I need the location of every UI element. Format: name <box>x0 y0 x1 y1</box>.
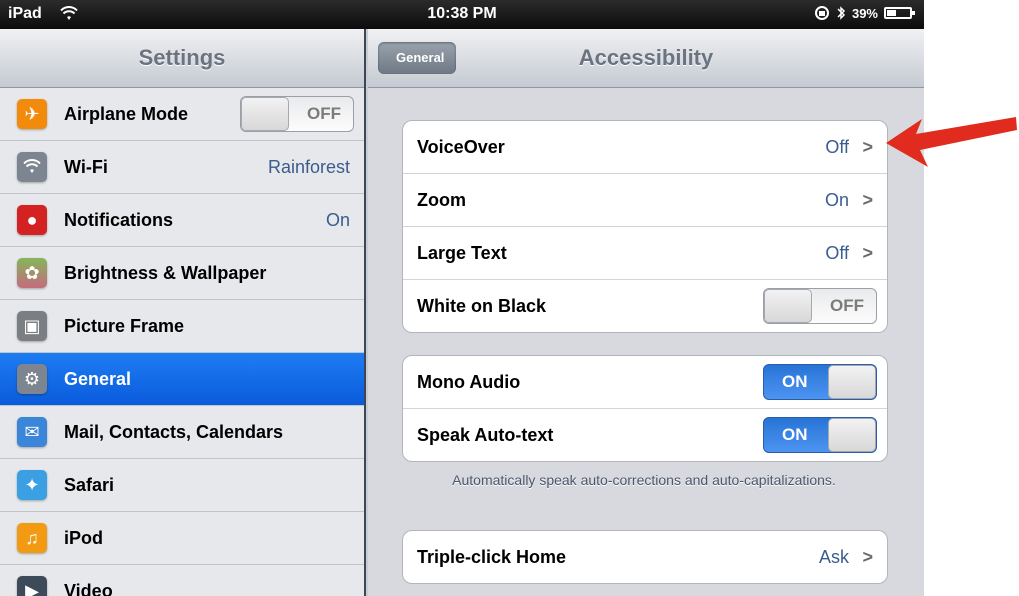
row-white-on-black: White on Black OFF <box>403 280 887 332</box>
chevron-right-icon: > <box>862 189 873 210</box>
sidebar-item-wifi[interactable]: Wi-Fi Rainforest <box>0 141 364 194</box>
sidebar-item-safari[interactable]: ✦ Safari <box>0 459 364 512</box>
sidebar-item-label: Airplane Mode <box>64 103 189 124</box>
toggle-state: ON <box>782 372 808 391</box>
sidebar-item-label: Notifications <box>64 209 174 230</box>
row-voiceover[interactable]: VoiceOver Off > <box>403 121 887 174</box>
row-large-text[interactable]: Large Text Off > <box>403 227 887 280</box>
row-label: Large Text <box>417 242 507 263</box>
ipod-icon: ♫ <box>17 523 47 553</box>
notifications-value: On <box>325 209 350 230</box>
row-label: Zoom <box>417 189 466 210</box>
flower-icon: ✿ <box>17 258 47 288</box>
white-on-black-toggle[interactable]: OFF <box>763 288 877 324</box>
row-zoom[interactable]: Zoom On > <box>403 174 887 227</box>
battery-percent: 39% <box>851 5 878 21</box>
picture-frame-icon: ▣ <box>17 311 47 341</box>
sidebar-item-label: General <box>64 368 132 389</box>
mono-audio-toggle[interactable]: ON <box>763 364 877 400</box>
accessibility-group-audio: Mono Audio ON Speak Auto-text ON <box>402 355 888 462</box>
page-title: Accessibility <box>578 45 714 70</box>
toggle-state: OFF <box>307 104 341 123</box>
video-icon: ▶ <box>17 576 47 596</box>
clock: 10:38 PM <box>427 5 497 22</box>
bluetooth-icon <box>837 6 846 20</box>
settings-sidebar: Settings ✈ Airplane Mode OFF Wi-Fi Rainf… <box>0 29 366 596</box>
sidebar-item-label: Wi-Fi <box>64 156 108 177</box>
row-value: Ask <box>818 546 849 567</box>
toggle-knob <box>241 97 289 131</box>
row-triple-click-home[interactable]: Triple-click Home Ask > <box>403 531 887 583</box>
sidebar-item-label: Picture Frame <box>64 315 185 336</box>
toggle-knob <box>828 418 876 452</box>
sidebar-item-brightness-wallpaper[interactable]: ✿ Brightness & Wallpaper <box>0 247 364 300</box>
row-speak-auto-text: Speak Auto-text ON <box>403 409 887 461</box>
row-label: Speak Auto-text <box>417 424 554 445</box>
status-bar: iPad 10:38 PM 39% <box>0 0 924 29</box>
sidebar-title: Settings <box>0 29 364 88</box>
gear-icon: ⚙ <box>17 364 47 394</box>
battery-level <box>887 10 897 16</box>
toggle-knob <box>828 365 876 399</box>
compass-icon: ✦ <box>17 470 47 500</box>
settings-list: ✈ Airplane Mode OFF Wi-Fi Rainforest ● N… <box>0 88 364 596</box>
chevron-right-icon: > <box>862 546 873 567</box>
row-label: White on Black <box>417 295 547 316</box>
sidebar-item-label: Safari <box>64 474 115 495</box>
wifi-network-value: Rainforest <box>267 156 350 177</box>
battery-icon <box>884 7 915 19</box>
row-mono-audio: Mono Audio ON <box>403 356 887 409</box>
chevron-right-icon: > <box>862 136 873 157</box>
chevron-right-icon: > <box>862 242 873 263</box>
row-value: On <box>824 189 849 210</box>
sidebar-item-ipod[interactable]: ♫ iPod <box>0 512 364 565</box>
sidebar-item-label: Mail, Contacts, Calendars <box>64 421 284 442</box>
row-label: Mono Audio <box>417 371 521 392</box>
sidebar-item-airplane-mode[interactable]: ✈ Airplane Mode OFF <box>0 88 364 141</box>
airplane-icon: ✈ <box>17 99 47 129</box>
row-value: Off <box>825 242 849 263</box>
sidebar-item-label: iPod <box>64 527 103 548</box>
row-label: Triple-click Home <box>417 546 567 567</box>
notifications-icon: ● <box>17 205 47 235</box>
toggle-state: OFF <box>830 296 864 315</box>
row-value: Off <box>825 136 849 157</box>
detail-header: General Accessibility <box>368 29 924 88</box>
orientation-lock-icon <box>814 6 829 20</box>
accessibility-group-vision: VoiceOver Off > Zoom On > Large Text Off… <box>402 120 888 333</box>
row-label: VoiceOver <box>417 136 505 157</box>
sidebar-item-mail-contacts-calendars[interactable]: ✉ Mail, Contacts, Calendars <box>0 406 364 459</box>
toggle-knob <box>764 289 812 323</box>
speak-auto-text-footnote: Automatically speak auto-corrections and… <box>452 472 836 488</box>
airplane-mode-toggle[interactable]: OFF <box>240 96 354 132</box>
sidebar-item-notifications[interactable]: ● Notifications On <box>0 194 364 247</box>
accessibility-pane: General Accessibility VoiceOver Off > Zo… <box>368 29 924 596</box>
toggle-state: ON <box>782 425 808 444</box>
sidebar-item-general[interactable]: ⚙ General <box>0 353 364 406</box>
mail-icon: ✉ <box>17 417 47 447</box>
speak-auto-text-toggle[interactable]: ON <box>763 417 877 453</box>
sidebar-item-label: Video <box>64 580 113 596</box>
sidebar-item-video[interactable]: ▶ Video <box>0 565 364 596</box>
sidebar-item-picture-frame[interactable]: ▣ Picture Frame <box>0 300 364 353</box>
ipad-screen: iPad 10:38 PM 39% Settings ✈ Airplane Mo… <box>0 0 924 596</box>
sidebar-item-label: Brightness & Wallpaper <box>64 262 267 283</box>
wifi-icon <box>17 152 47 182</box>
red-arrow-annotation <box>886 117 1017 167</box>
accessibility-group-home: Triple-click Home Ask > <box>402 530 888 584</box>
